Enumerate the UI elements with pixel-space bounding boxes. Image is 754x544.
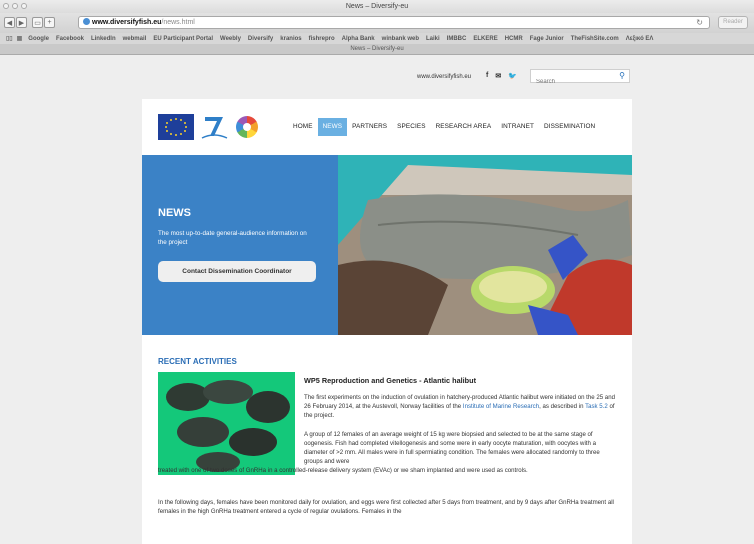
bookmark-item[interactable]: Diversify — [248, 36, 273, 42]
active-tab[interactable]: News – Diversify-eu — [350, 46, 403, 52]
bookmark-item[interactable]: fishrepro — [309, 36, 335, 42]
nav-partners[interactable]: PARTNERS — [347, 118, 392, 136]
search-icon[interactable]: ⚲ — [619, 71, 625, 80]
share-icon[interactable]: ▭ — [32, 17, 43, 28]
main-nav: HOME NEWS PARTNERS SPECIES RESEARCH AREA… — [288, 118, 600, 136]
contact-coordinator-button[interactable]: Contact Dissemination Coordinator — [158, 261, 316, 282]
bookmark-item[interactable]: Alpha Bank — [342, 36, 375, 42]
grid-icon[interactable]: ▦ — [17, 35, 23, 42]
reload-icon[interactable]: ↻ — [696, 17, 703, 28]
search-box: ⚲ — [530, 69, 630, 88]
article-title[interactable]: WP5 Reproduction and Genetics - Atlantic… — [304, 376, 476, 385]
bookmark-item[interactable]: EU Participant Portal — [153, 36, 213, 42]
article-paragraph-1: The first experiments on the induction o… — [304, 393, 618, 420]
halibut-thumbnail-image[interactable] — [158, 372, 295, 475]
tab-bar: News – Diversify-eu — [0, 44, 754, 55]
diversify-color-wheel-logo[interactable] — [236, 116, 258, 138]
bookmark-item[interactable]: Weebly — [220, 36, 241, 42]
window-controls — [3, 3, 27, 9]
bookmark-item[interactable]: Λεξικό ΕΛ — [626, 36, 654, 42]
nav-species[interactable]: SPECIES — [392, 118, 430, 136]
bookmark-item[interactable]: kranios — [280, 36, 301, 42]
bookmark-item[interactable]: Laiki — [426, 36, 440, 42]
hero-title: NEWS — [158, 207, 191, 219]
hero-subtitle: The most up-to-date general-audience inf… — [158, 230, 307, 246]
bookmark-item[interactable]: IMBBC — [447, 36, 467, 42]
forward-arrow-icon[interactable]: ▶ — [16, 17, 27, 28]
search-input[interactable] — [531, 76, 611, 88]
url-domain: www.diversifyfish.eu — [92, 19, 162, 26]
open-book-icon[interactable]: ▯▯ — [6, 35, 13, 42]
nav-dissemination[interactable]: DISSEMINATION — [539, 118, 600, 136]
bookmark-item[interactable]: webmail — [123, 36, 147, 42]
url-path: /news.html — [161, 19, 195, 26]
nav-news[interactable]: NEWS — [317, 118, 348, 136]
bookmark-item[interactable]: ELKERE — [473, 36, 497, 42]
utility-bar: www.diversifyfish.eu f ✉ 🐦 ⚲ — [0, 69, 640, 88]
imr-link[interactable]: Institute of Marine Research — [463, 403, 539, 410]
bookmark-item[interactable]: Google — [28, 36, 49, 42]
article-paragraph-2b: treated with one of two doses of GnRHa i… — [158, 467, 528, 474]
window-title: News – Diversify-eu — [345, 3, 409, 10]
browser-toolbar: ◀ ▶ ▭ + www.diversifyfish.eu/news.html ↻… — [0, 13, 754, 33]
facebook-icon[interactable]: f — [486, 72, 488, 80]
article-paragraph-3: In the following days, females have been… — [158, 499, 614, 515]
article-paragraph-2a: A group of 12 females of an average weig… — [304, 431, 600, 465]
bookmark-item[interactable]: Facebook — [56, 36, 84, 42]
address-bar[interactable]: www.diversifyfish.eu/news.html ↻ — [78, 16, 710, 29]
back-arrow-icon[interactable]: ◀ — [4, 17, 15, 28]
bookmark-item[interactable]: winbank web — [382, 36, 419, 42]
hero-photo-halibut — [338, 155, 632, 335]
bookmark-item[interactable]: TheFishSite.com — [571, 36, 619, 42]
nav-intranet[interactable]: INTRANET — [496, 118, 539, 136]
hero-banner: NEWS The most up-to-date general-audienc… — [142, 155, 632, 335]
page-viewport: www.diversifyfish.eu f ✉ 🐦 ⚲ HOM — [0, 55, 754, 544]
site-url-link[interactable]: www.diversifyfish.eu — [417, 74, 471, 80]
site-header: HOME NEWS PARTNERS SPECIES RESEARCH AREA… — [142, 99, 632, 155]
social-links: f ✉ 🐦 — [486, 72, 517, 80]
nav-home[interactable]: HOME — [288, 118, 318, 136]
bookmark-item[interactable]: HCMR — [505, 36, 523, 42]
task-5-2-link[interactable]: Task 5.2 — [585, 403, 608, 410]
bookmarks-bar: ▯▯ ▦ Google Facebook LinkedIn webmail EU… — [0, 33, 754, 44]
hero-text-panel: NEWS The most up-to-date general-audienc… — [142, 155, 338, 335]
paragraph-text: , as described in — [539, 403, 586, 410]
globe-icon — [83, 18, 90, 25]
recent-activities-heading: RECENT ACTIVITIES — [158, 357, 237, 366]
bookmark-item[interactable]: LinkedIn — [91, 36, 116, 42]
new-tab-plus-icon[interactable]: + — [44, 17, 55, 28]
twitter-icon[interactable]: 🐦 — [508, 72, 517, 80]
nav-research-area[interactable]: RESEARCH AREA — [431, 118, 497, 136]
fp7-logo[interactable] — [199, 112, 229, 142]
eu-flag-logo[interactable] — [158, 114, 194, 140]
zoom-window-button[interactable] — [21, 3, 27, 9]
minimize-window-button[interactable] — [12, 3, 18, 9]
bookmark-item[interactable]: Fage Junior — [530, 36, 564, 42]
close-window-button[interactable] — [3, 3, 9, 9]
window-titlebar: News – Diversify-eu — [0, 0, 754, 13]
reader-button[interactable]: Reader — [718, 16, 748, 29]
page-card: HOME NEWS PARTNERS SPECIES RESEARCH AREA… — [142, 99, 632, 544]
email-icon[interactable]: ✉ — [495, 72, 501, 80]
